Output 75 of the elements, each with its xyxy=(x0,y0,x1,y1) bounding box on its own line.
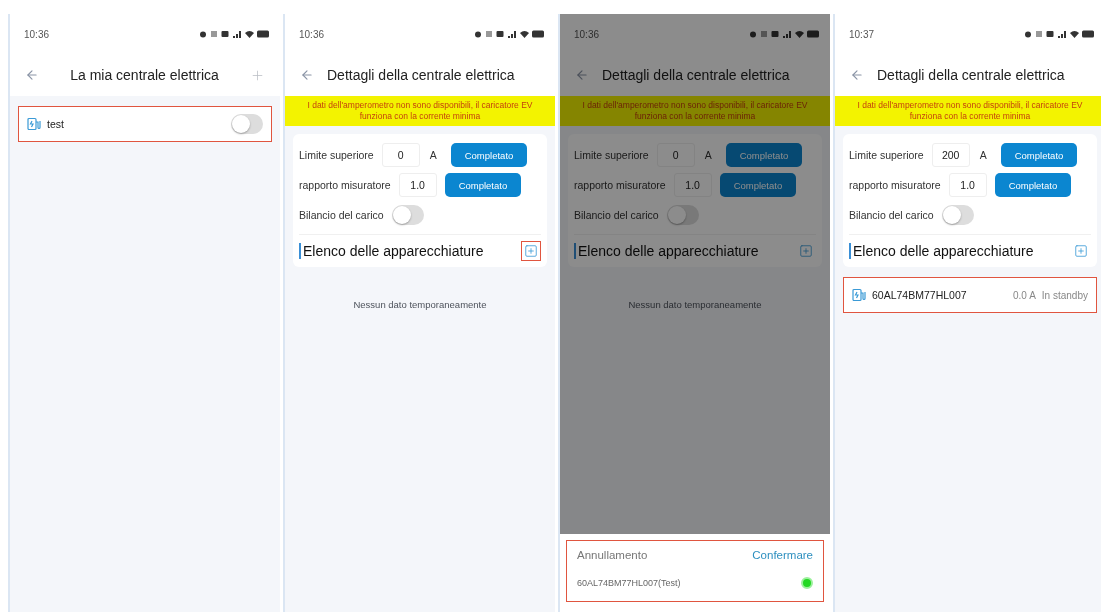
setting-label: Limite superiore xyxy=(299,149,374,162)
battery-icon xyxy=(807,30,820,38)
confirm-button[interactable]: Completato xyxy=(444,173,522,198)
battery-icon xyxy=(1082,30,1095,38)
wifi-icon xyxy=(1070,30,1079,38)
confirm-button[interactable]: Completato xyxy=(994,173,1072,198)
section-title: Elenco delle apparecchiature xyxy=(849,243,1034,260)
device-item[interactable]: 60AL74BM77HL007 0.0 A In standby xyxy=(843,277,1097,314)
device-status: In standby xyxy=(1041,289,1088,301)
unit-label: A xyxy=(979,149,987,162)
value-field[interactable]: 1.0 xyxy=(948,173,987,198)
charger-icon xyxy=(852,288,866,303)
add-square-icon xyxy=(524,244,538,259)
toggle-switch[interactable] xyxy=(231,114,263,134)
toggle-switch[interactable] xyxy=(941,205,974,226)
setting-label: Bilancio del carico xyxy=(299,209,384,222)
confirm-button[interactable]: Confermare xyxy=(752,549,813,561)
status-time: 10:36 xyxy=(24,28,50,40)
empty-message: Nessun dato temporaneamente xyxy=(627,299,763,311)
section-title: Elenco delle apparecchiature xyxy=(574,243,759,260)
page-title: Dettagli della centrale elettrica xyxy=(602,67,791,83)
value-field[interactable]: 0 xyxy=(656,143,695,168)
toggle-switch[interactable] xyxy=(391,205,424,226)
device-name: 60AL74BM77HL007 xyxy=(872,289,968,302)
value-field[interactable]: 200 xyxy=(931,143,970,168)
warning-banner: I dati dell'amperometro non sono disponibili, il caricatore EV funziona con la corrente minima xyxy=(285,96,555,127)
setting-label: Bilancio del carico xyxy=(574,209,659,222)
confirm-button[interactable]: Completato xyxy=(1000,143,1078,168)
status-time: 10:37 xyxy=(849,28,875,40)
confirm-button[interactable]: Completato xyxy=(719,173,797,198)
value-field[interactable]: 0 xyxy=(381,143,420,168)
device-option: 60AL74BM77HL007(Test) xyxy=(577,578,681,588)
battery-icon xyxy=(257,30,270,38)
wifi-icon xyxy=(245,30,254,38)
plus-icon xyxy=(250,67,265,83)
warning-banner: I dati dell'amperometro non sono disponibili, il caricatore EV funziona con la corrente minima xyxy=(835,96,1101,127)
confirm-button[interactable]: Completato xyxy=(725,143,803,168)
add-square-icon xyxy=(799,244,813,259)
status-time: 10:36 xyxy=(299,28,325,40)
station-name: test xyxy=(47,118,65,130)
unit-label: A xyxy=(704,149,712,162)
setting-label: rapporto misuratore xyxy=(849,179,941,192)
signal-icon xyxy=(782,30,792,38)
page-title: La mia centrale elettrica xyxy=(69,67,220,83)
page-title: Dettagli della centrale elettrica xyxy=(327,67,516,83)
battery-icon xyxy=(532,30,545,38)
toggle-switch[interactable] xyxy=(666,205,699,226)
page-title: Dettagli della centrale elettrica xyxy=(877,67,1066,83)
charger-icon xyxy=(27,117,41,131)
wifi-icon xyxy=(520,30,529,38)
setting-label: rapporto misuratore xyxy=(299,179,391,192)
add-button[interactable] xyxy=(521,241,541,262)
wifi-icon xyxy=(795,30,804,38)
signal-icon xyxy=(232,30,242,38)
status-time: 10:36 xyxy=(574,28,600,40)
setting-label: Limite superiore xyxy=(849,149,924,162)
back-arrow-icon xyxy=(850,68,864,82)
section-title: Elenco delle apparecchiature xyxy=(299,243,484,260)
confirm-button[interactable]: Completato xyxy=(450,143,528,168)
setting-label: Bilancio del carico xyxy=(849,209,934,222)
radio-button[interactable] xyxy=(801,577,813,589)
warning-banner: I dati dell'amperometro non sono disponibili, il caricatore EV funziona con la corrente minima xyxy=(560,96,830,127)
signal-icon xyxy=(507,30,517,38)
station-item[interactable]: test xyxy=(18,106,272,142)
back-arrow-icon xyxy=(575,68,589,82)
value-field[interactable]: 1.0 xyxy=(398,173,437,198)
value-field[interactable]: 1.0 xyxy=(673,173,712,198)
add-square-icon xyxy=(1074,244,1088,259)
signal-icon xyxy=(1057,30,1067,38)
current-reading: 0.0 A xyxy=(1013,289,1036,301)
setting-label: Limite superiore xyxy=(574,149,649,162)
setting-label: rapporto misuratore xyxy=(574,179,666,192)
cancel-button[interactable]: Annullamento xyxy=(577,549,648,561)
unit-label: A xyxy=(429,149,437,162)
empty-message: Nessun dato temporaneamente xyxy=(352,299,488,311)
